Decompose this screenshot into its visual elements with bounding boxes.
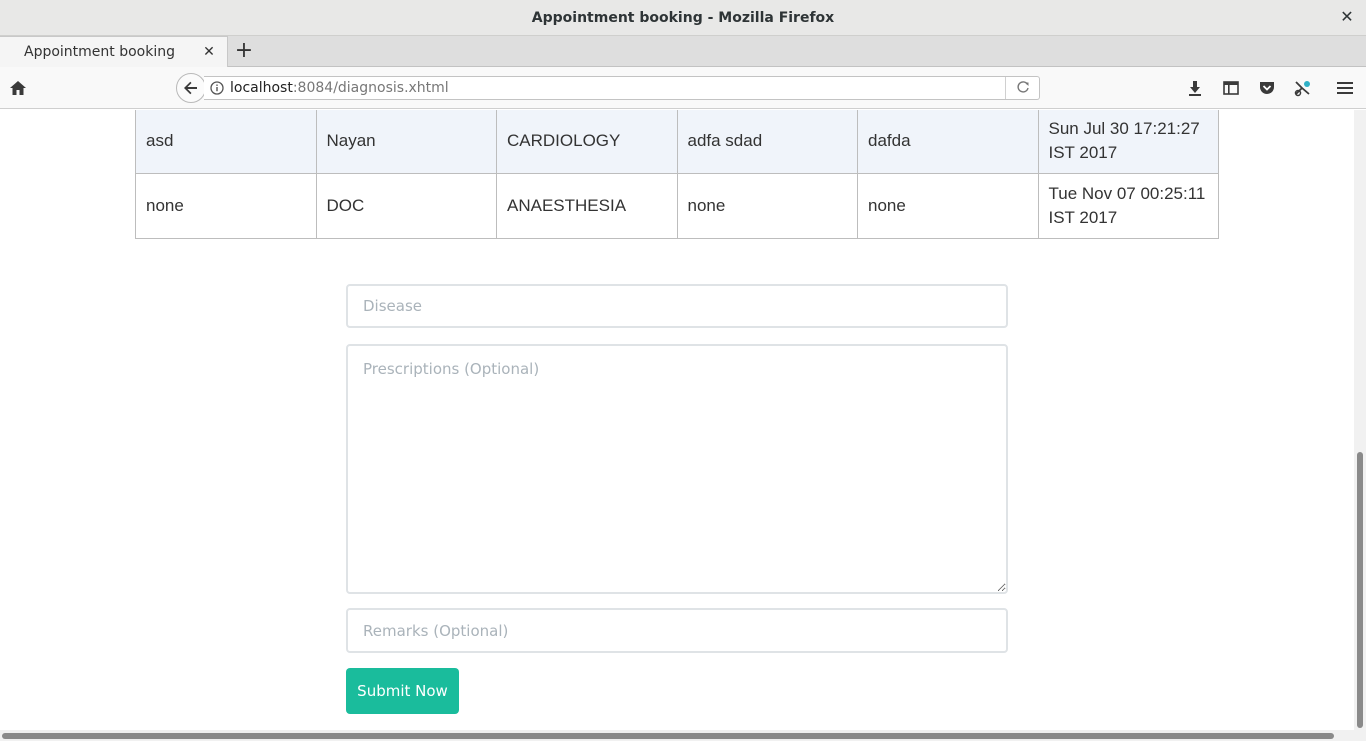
window-titlebar: Appointment booking - Mozilla Firefox ✕ <box>0 0 1366 36</box>
vertical-scroll-thumb[interactable] <box>1357 452 1363 728</box>
back-arrow-icon <box>184 81 197 95</box>
reload-button[interactable] <box>1005 77 1039 99</box>
window-title: Appointment booking - Mozilla Firefox <box>531 9 835 26</box>
navigation-toolbar: localhost:8084/diagnosis.xhtml <box>0 67 1366 109</box>
table-cell: asd <box>135 110 317 174</box>
extension-icon[interactable] <box>1292 77 1314 99</box>
table-cell: ANAESTHESIA <box>496 173 678 239</box>
diagnosis-form: Submit Now <box>346 284 1008 714</box>
table-cell: DOC <box>315 173 497 239</box>
appointments-table: asd Nayan CARDIOLOGY adfa sdad dafda Sun… <box>135 110 1219 239</box>
tab-strip: Appointment booking ✕ + <box>0 36 1366 67</box>
submit-button[interactable]: Submit Now <box>346 668 459 714</box>
remarks-input[interactable] <box>346 608 1008 653</box>
table-cell: none <box>135 173 317 239</box>
table-cell: adfa sdad <box>676 110 858 174</box>
reload-icon <box>1016 81 1029 93</box>
table-cell: Nayan <box>315 110 497 174</box>
tab-label: Appointment booking <box>24 44 176 60</box>
address-bar[interactable]: localhost:8084/diagnosis.xhtml <box>204 76 1040 100</box>
page-content: asd Nayan CARDIOLOGY adfa sdad dafda Sun… <box>0 110 1354 730</box>
table-cell: dafda <box>857 110 1039 174</box>
info-icon[interactable] <box>204 81 230 95</box>
horizontal-scroll-thumb[interactable] <box>2 733 1334 739</box>
url-host: localhost <box>230 80 293 96</box>
pocket-icon[interactable] <box>1256 77 1278 99</box>
table-cell: CARDIOLOGY <box>496 110 678 174</box>
vertical-scrollbar[interactable] <box>1354 110 1366 730</box>
home-icon[interactable] <box>6 76 30 100</box>
disease-input[interactable] <box>346 284 1008 328</box>
window-close-button[interactable]: ✕ <box>1338 8 1356 26</box>
table-cell: Sun Jul 30 17:21:27 IST 2017 <box>1037 110 1219 174</box>
table-cell: none <box>857 173 1039 239</box>
table-cell: none <box>676 173 858 239</box>
back-button[interactable] <box>176 73 206 103</box>
menu-icon[interactable] <box>1334 77 1356 99</box>
url-path: :8084/diagnosis.xhtml <box>292 80 449 96</box>
prescriptions-textarea[interactable] <box>346 344 1008 594</box>
download-icon[interactable] <box>1184 77 1206 99</box>
library-icon[interactable] <box>1220 77 1242 99</box>
table-row: none DOC ANAESTHESIA none none Tue Nov 0… <box>135 173 1219 239</box>
table-cell: Tue Nov 07 00:25:11 IST 2017 <box>1037 173 1219 239</box>
tab-appointment-booking[interactable]: Appointment booking ✕ <box>0 36 228 67</box>
url-text: localhost:8084/diagnosis.xhtml <box>230 80 1005 96</box>
tab-close-button[interactable]: ✕ <box>199 44 219 60</box>
horizontal-scrollbar[interactable] <box>0 730 1366 741</box>
table-row: asd Nayan CARDIOLOGY adfa sdad dafda Sun… <box>135 110 1219 174</box>
new-tab-button[interactable]: + <box>232 39 256 63</box>
